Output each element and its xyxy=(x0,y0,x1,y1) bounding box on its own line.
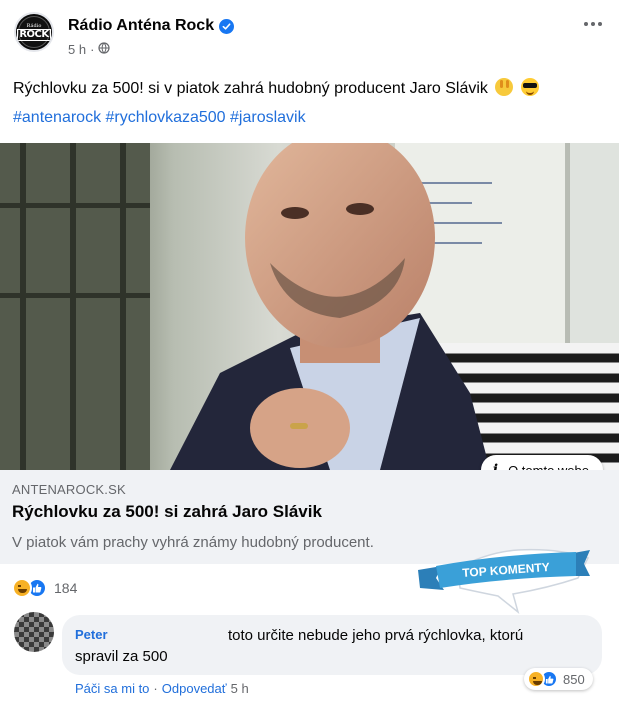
comment-reactions[interactable]: 850 xyxy=(524,668,593,690)
comment-reaction-count: 850 xyxy=(563,671,585,687)
post-text-content: Rýchlovku za 500! si v piatok zahrá hudo… xyxy=(13,80,488,97)
page-name[interactable]: Rádio Anténa Rock xyxy=(68,17,235,35)
comment-actions: Páči sa mi to · Odpovedať 5 h xyxy=(75,681,249,696)
sunglasses-emoji-icon xyxy=(520,78,539,96)
post-header: Rádio ROCK Rádio Anténa Rock 5 h · xyxy=(0,0,619,64)
meta-separator: · xyxy=(90,42,95,57)
verified-badge-icon xyxy=(219,18,235,34)
radio-logo: Rádio ROCK xyxy=(17,16,51,48)
top-komenty-ribbon: TOP KOMENTY xyxy=(418,548,590,614)
link-domain: ANTENAROCK.SK xyxy=(12,482,126,497)
comment-time[interactable]: 5 h xyxy=(231,681,249,696)
post-time[interactable]: 5 h xyxy=(68,42,86,57)
logo-big-text: ROCK xyxy=(17,28,51,41)
more-options-icon[interactable] xyxy=(581,12,605,36)
reactions-summary[interactable]: 184 xyxy=(12,578,77,598)
action-separator: · xyxy=(153,681,158,696)
post-meta: 5 h · xyxy=(68,42,111,57)
comment-text-line2: spravil za 500 xyxy=(75,648,168,665)
comment-text-line1: toto určite nebude jeho prvá rýchlovka, … xyxy=(228,627,524,644)
comment-bubble xyxy=(62,615,602,675)
commenter-name[interactable]: Peter xyxy=(75,627,108,642)
link-title[interactable]: Rýchlovku za 500! si zahrá Jaro Slávik xyxy=(12,502,322,522)
link-preview-photo[interactable] xyxy=(0,143,619,470)
hashtags[interactable]: #antenarock #rychlovkaza500 #jaroslavik xyxy=(13,108,306,128)
commenter-avatar[interactable] xyxy=(14,612,54,652)
globe-icon[interactable] xyxy=(98,42,111,57)
post-text: Rýchlovku za 500! si v piatok zahrá hudo… xyxy=(13,78,539,99)
link-description: V piatok vám prachy vyhrá známy hudobný … xyxy=(12,534,374,551)
page-name-text[interactable]: Rádio Anténa Rock xyxy=(68,17,214,35)
reply-button[interactable]: Odpovedať xyxy=(162,681,227,696)
haha-reaction-icon xyxy=(527,670,545,688)
haha-reaction-icon xyxy=(12,578,32,598)
photo-illustration xyxy=(0,143,619,470)
page-avatar[interactable]: Rádio ROCK xyxy=(14,12,54,52)
reaction-count[interactable]: 184 xyxy=(54,580,77,596)
like-comment-button[interactable]: Páči sa mi to xyxy=(75,681,149,696)
sign-of-horns-emoji-icon xyxy=(495,78,514,96)
